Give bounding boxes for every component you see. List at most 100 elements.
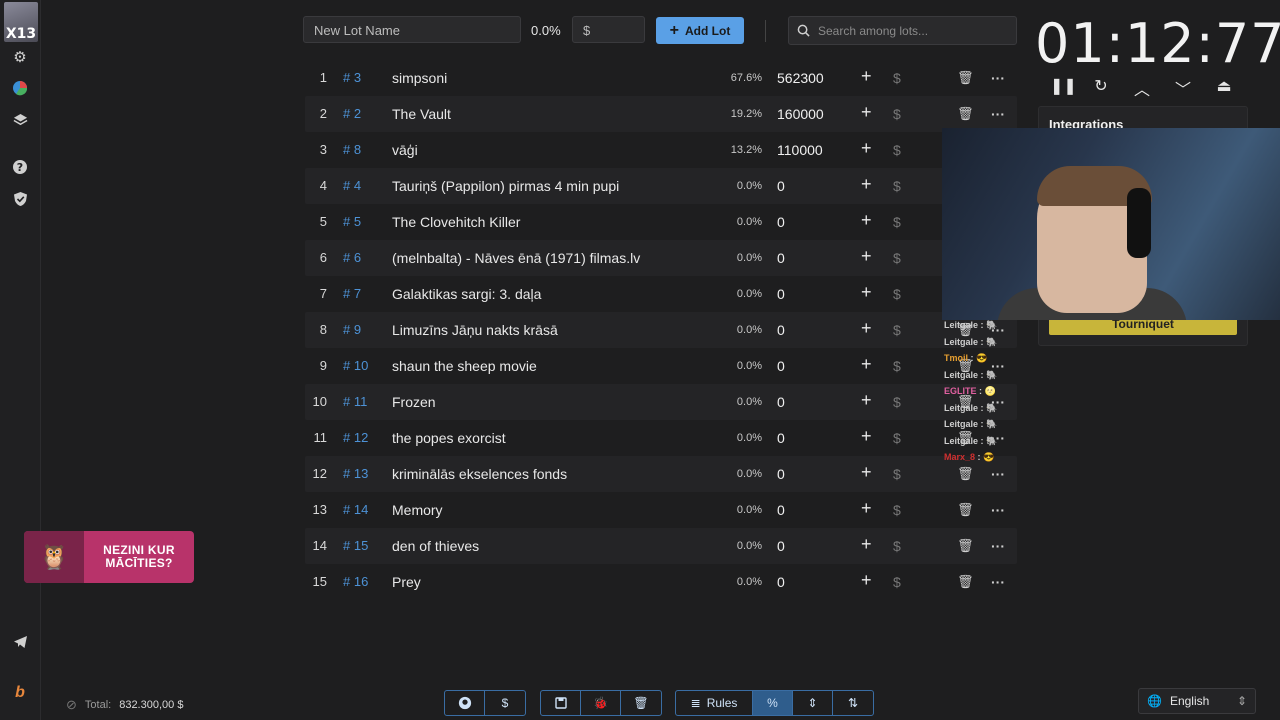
add-amount-icon[interactable]: + bbox=[861, 66, 872, 87]
help-icon[interactable]: ? bbox=[10, 157, 30, 177]
lot-amount[interactable]: 0 bbox=[777, 322, 785, 338]
add-amount-icon[interactable]: + bbox=[861, 174, 872, 195]
add-amount-icon[interactable]: + bbox=[861, 570, 872, 591]
more-icon[interactable]: ··· bbox=[991, 502, 1005, 518]
lot-name[interactable]: simpsoni bbox=[392, 70, 447, 86]
lot-amount[interactable]: 0 bbox=[777, 538, 785, 554]
lot-name[interactable]: vāģi bbox=[392, 142, 418, 158]
shield-check-icon[interactable] bbox=[10, 189, 30, 209]
telegram-icon[interactable] bbox=[10, 632, 30, 652]
trash-icon[interactable]: 🗑 bbox=[957, 538, 974, 554]
lot-id[interactable]: # 10 bbox=[343, 358, 368, 373]
trash-icon[interactable]: 🗑 bbox=[957, 502, 974, 518]
dollar-icon[interactable]: $ bbox=[893, 358, 901, 374]
lot-amount[interactable]: 160000 bbox=[777, 106, 824, 122]
rules-button[interactable]: ≣ Rules bbox=[676, 691, 753, 715]
trash-icon[interactable]: 🗑 bbox=[957, 106, 974, 122]
lot-id[interactable]: # 13 bbox=[343, 466, 368, 481]
lot-name[interactable]: Tauriņš (Pappilon) pirmas 4 min pupi bbox=[392, 178, 619, 194]
new-lot-amount-input[interactable]: $ bbox=[572, 16, 645, 43]
add-amount-icon[interactable]: + bbox=[861, 210, 872, 231]
dollar-icon[interactable]: $ bbox=[893, 214, 901, 230]
lot-id[interactable]: # 7 bbox=[343, 286, 361, 301]
add-amount-icon[interactable]: + bbox=[861, 354, 872, 375]
lot-name[interactable]: The Clovehitch Killer bbox=[392, 214, 520, 230]
save-icon[interactable] bbox=[541, 691, 581, 715]
lot-id[interactable]: # 5 bbox=[343, 214, 361, 229]
dollar-icon[interactable]: $ bbox=[893, 70, 901, 86]
lot-amount[interactable]: 0 bbox=[777, 430, 785, 446]
lot-id[interactable]: # 11 bbox=[343, 394, 367, 409]
add-amount-icon[interactable]: + bbox=[861, 246, 872, 267]
github-icon[interactable] bbox=[445, 691, 485, 715]
donate-dollar-icon[interactable]: $ bbox=[485, 691, 525, 715]
add-amount-icon[interactable]: + bbox=[861, 138, 872, 159]
gear-icon[interactable]: ⚙ bbox=[10, 47, 30, 67]
compress-icon[interactable]: ⇕ bbox=[793, 691, 833, 715]
add-amount-icon[interactable]: + bbox=[861, 390, 872, 411]
lot-id[interactable]: # 8 bbox=[343, 142, 361, 157]
trash-icon[interactable]: 🗑 bbox=[957, 574, 974, 590]
lot-amount[interactable]: 0 bbox=[777, 394, 785, 410]
lot-name[interactable]: Prey bbox=[392, 574, 421, 590]
lot-amount[interactable]: 0 bbox=[777, 502, 785, 518]
lot-id[interactable]: # 4 bbox=[343, 178, 361, 193]
pie-chart-icon[interactable] bbox=[10, 78, 30, 98]
lot-name[interactable]: Limuzīns Jāņu nakts krāsā bbox=[392, 322, 558, 338]
language-select[interactable]: 🌐 English ⇕ bbox=[1138, 688, 1256, 714]
lot-name[interactable]: The Vault bbox=[392, 106, 451, 122]
more-icon[interactable]: ··· bbox=[991, 106, 1005, 122]
lot-name[interactable]: Frozen bbox=[392, 394, 436, 410]
more-icon[interactable]: ··· bbox=[991, 574, 1005, 590]
lot-amount[interactable]: 0 bbox=[777, 250, 785, 266]
channel-avatar[interactable]: X13 bbox=[4, 2, 38, 42]
percent-toggle-icon[interactable]: % bbox=[753, 691, 793, 715]
add-amount-icon[interactable]: + bbox=[861, 102, 872, 123]
sort-icon[interactable]: ⇅ bbox=[833, 691, 873, 715]
promo-banner[interactable]: 🦉 NEZINI KUR MĀCĪTIES? bbox=[24, 531, 194, 583]
dollar-icon[interactable]: $ bbox=[893, 142, 901, 158]
dollar-icon[interactable]: $ bbox=[893, 178, 901, 194]
dollar-icon[interactable]: $ bbox=[893, 574, 901, 590]
lot-name[interactable]: Galaktikas sargi: 3. daļa bbox=[392, 286, 541, 302]
lot-name[interactable]: den of thieves bbox=[392, 538, 479, 554]
add-lot-button[interactable]: + Add Lot bbox=[656, 17, 744, 44]
lot-amount[interactable]: 110000 bbox=[777, 142, 823, 158]
add-amount-icon[interactable]: + bbox=[861, 318, 872, 339]
add-amount-icon[interactable]: + bbox=[861, 534, 872, 555]
lot-amount[interactable]: 0 bbox=[777, 466, 785, 482]
lot-amount[interactable]: 0 bbox=[777, 214, 785, 230]
lot-id[interactable]: # 2 bbox=[343, 106, 361, 121]
eye-off-icon[interactable]: ⊘ bbox=[66, 697, 77, 713]
search-input[interactable]: Search among lots... bbox=[788, 16, 1017, 45]
lot-name[interactable]: the popes exorcist bbox=[392, 430, 506, 446]
lot-amount[interactable]: 0 bbox=[777, 286, 785, 302]
chevron-up-icon[interactable]: ︿ bbox=[1132, 76, 1152, 99]
lot-name[interactable]: kriminālās ekselences fonds bbox=[392, 466, 567, 482]
lot-amount[interactable]: 562300 bbox=[777, 70, 824, 86]
dollar-icon[interactable]: $ bbox=[893, 538, 901, 554]
lot-amount[interactable]: 0 bbox=[777, 358, 785, 374]
add-amount-icon[interactable]: + bbox=[861, 498, 872, 519]
dollar-icon[interactable]: $ bbox=[893, 106, 901, 122]
add-amount-icon[interactable]: + bbox=[861, 426, 872, 447]
more-icon[interactable]: ··· bbox=[991, 538, 1005, 554]
clear-lots-icon[interactable]: 🗑 bbox=[621, 691, 661, 715]
add-amount-icon[interactable]: + bbox=[861, 462, 872, 483]
new-lot-name-input[interactable]: New Lot Name bbox=[303, 16, 521, 43]
lot-amount[interactable]: 0 bbox=[777, 574, 785, 590]
add-amount-icon[interactable]: + bbox=[861, 282, 872, 303]
lot-id[interactable]: # 6 bbox=[343, 250, 361, 265]
dollar-icon[interactable]: $ bbox=[893, 466, 901, 482]
lot-id[interactable]: # 9 bbox=[343, 322, 361, 337]
lot-name[interactable]: Memory bbox=[392, 502, 443, 518]
lot-id[interactable]: # 12 bbox=[343, 430, 368, 445]
layers-icon[interactable] bbox=[10, 110, 30, 130]
dollar-icon[interactable]: $ bbox=[893, 394, 901, 410]
dollar-icon[interactable]: $ bbox=[893, 322, 901, 338]
bug-icon[interactable]: 🐞 bbox=[581, 691, 621, 715]
reset-icon[interactable]: ↻ bbox=[1091, 76, 1111, 98]
trash-icon[interactable]: 🗑 bbox=[957, 70, 974, 86]
dollar-icon[interactable]: $ bbox=[893, 250, 901, 266]
lot-id[interactable]: # 3 bbox=[343, 70, 361, 85]
